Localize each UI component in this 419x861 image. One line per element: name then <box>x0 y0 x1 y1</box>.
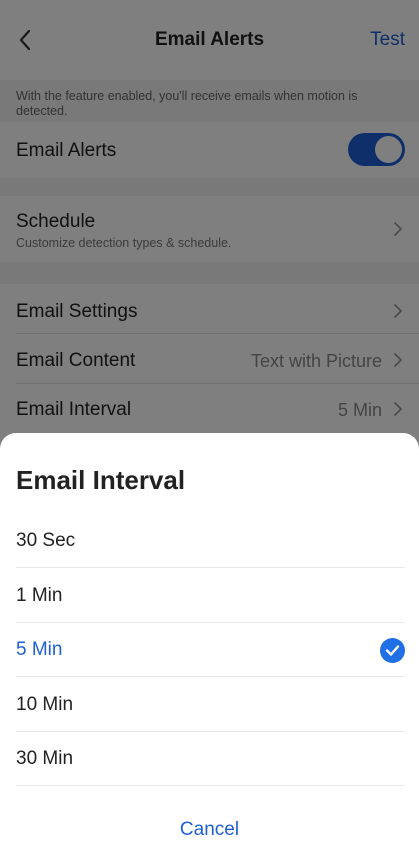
checkmark-icon <box>380 638 405 663</box>
interval-option-5-min[interactable]: 5 Min <box>0 623 419 677</box>
sheet-title: Email Interval <box>16 465 186 495</box>
email-interval-sheet: Email Interval 30 Sec 1 Min 5 Min 10 Min… <box>0 433 419 861</box>
interval-option-label: 30 Sec <box>16 530 76 551</box>
divider <box>16 567 405 568</box>
interval-option-30-sec[interactable]: 30 Sec <box>0 514 419 568</box>
divider <box>16 785 405 786</box>
interval-option-label: 5 Min <box>16 639 63 660</box>
interval-option-10-min[interactable]: 10 Min <box>0 678 419 732</box>
interval-option-label: 1 Min <box>16 585 63 606</box>
screen: Email Alerts Test With the feature enabl… <box>0 0 419 861</box>
interval-option-label: 10 Min <box>16 694 74 715</box>
interval-option-1-min[interactable]: 1 Min <box>0 569 419 623</box>
interval-option-label: 30 Min <box>16 748 74 769</box>
interval-option-30-min[interactable]: 30 Min <box>0 732 419 786</box>
cancel-button[interactable]: Cancel <box>0 819 419 841</box>
divider <box>16 676 405 677</box>
